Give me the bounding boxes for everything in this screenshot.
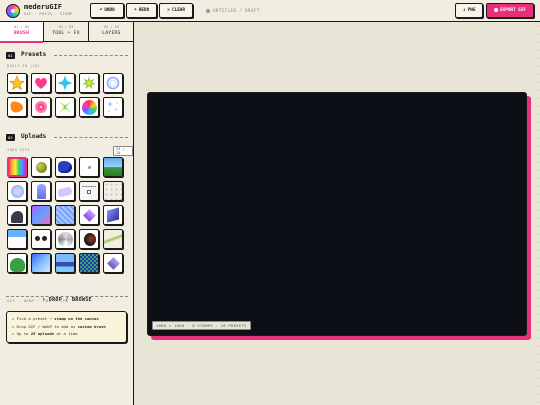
tab-number: 02 / 03 bbox=[58, 25, 74, 29]
clear-label: CLEAR bbox=[172, 8, 185, 13]
upload-figure[interactable] bbox=[31, 181, 51, 201]
color-wheel-icon bbox=[81, 99, 97, 115]
upload-purple[interactable] bbox=[31, 205, 51, 225]
section-title: Uploads bbox=[21, 133, 47, 140]
drop-browse-zone[interactable]: ↑ DROP / BROWSE bbox=[6, 286, 128, 303]
upload-eyes[interactable] bbox=[31, 229, 51, 249]
undo-button[interactable]: ↶ UNDO bbox=[90, 3, 124, 18]
png-label: PNG bbox=[467, 8, 476, 13]
formats-label: GIF · WEBP · PNG · JPG bbox=[7, 298, 69, 303]
upload-face[interactable] bbox=[79, 229, 99, 249]
preset-burst[interactable] bbox=[79, 73, 99, 93]
preset-glitter[interactable] bbox=[103, 97, 123, 117]
preset-sparkle[interactable] bbox=[55, 73, 75, 93]
redo-label: REDO bbox=[138, 8, 150, 13]
upload-blue-tile[interactable] bbox=[7, 229, 27, 249]
section-number: 01 bbox=[6, 52, 15, 59]
burst-icon bbox=[82, 76, 96, 89]
divider bbox=[6, 296, 128, 297]
upload-white-dot[interactable] bbox=[79, 157, 99, 177]
png-button[interactable]: ↓ PNG bbox=[455, 3, 483, 18]
redo-icon: ↷ bbox=[133, 7, 137, 13]
tab-number: 03 / 03 bbox=[104, 25, 119, 29]
tip-item: ▸ Drop GIF / WebP to add as custom brush bbox=[12, 323, 106, 329]
preset-blob[interactable] bbox=[7, 97, 27, 117]
preset-color-wheel[interactable] bbox=[79, 97, 99, 117]
top-bar: mederuGIF GIF · POSTS · STAMP ↶ UNDO ↷ RED… bbox=[0, 0, 540, 22]
upload-green-ball[interactable] bbox=[31, 157, 51, 177]
upload-dots[interactable] bbox=[7, 181, 27, 201]
sidebar: 01 / 03 BRUSH 02 / 03 TOOL + FX 03 / 03 … bbox=[0, 22, 134, 405]
upload-wave[interactable] bbox=[55, 253, 75, 273]
app-tagline: GIF · POSTS · STAMP bbox=[24, 12, 73, 16]
tab-label: BRUSH bbox=[13, 31, 30, 36]
presets-header: 01 Presets bbox=[6, 51, 128, 60]
doc-title: UNTITLED / DRAFT bbox=[213, 8, 260, 13]
upload-stripes[interactable] bbox=[103, 229, 123, 249]
download-icon: ↓ bbox=[462, 7, 466, 13]
close-icon: ✕ bbox=[167, 7, 171, 13]
tab-number: 01 / 03 bbox=[14, 25, 29, 29]
divider bbox=[54, 137, 128, 138]
preset-ring[interactable] bbox=[103, 73, 123, 93]
app-title: mederuGIF bbox=[24, 3, 62, 11]
tab-bar: 01 / 03 BRUSH 02 / 03 TOOL + FX 03 / 03 … bbox=[0, 22, 134, 43]
presets-sublabel: BUILT-IN (20) bbox=[7, 64, 41, 68]
upload-diamond[interactable] bbox=[79, 205, 99, 225]
ring-icon bbox=[106, 76, 120, 90]
undo-label: UNDO bbox=[104, 8, 115, 13]
blob-icon bbox=[10, 101, 24, 113]
clear-button[interactable]: ✕ CLEAR bbox=[159, 3, 193, 18]
drawing-canvas[interactable] bbox=[147, 92, 527, 336]
flower-icon bbox=[35, 101, 47, 113]
upload-sky[interactable] bbox=[31, 253, 51, 273]
tab-label: TOOL + FX bbox=[52, 31, 80, 36]
tips-box: ▸ Pick a preset → stamp on the canvas ▸ … bbox=[6, 311, 127, 343]
upload-stars[interactable] bbox=[103, 181, 123, 201]
star-icon bbox=[9, 75, 25, 91]
upload-disc[interactable] bbox=[55, 229, 75, 249]
upload-blue-blob[interactable] bbox=[55, 157, 75, 177]
tab-layers[interactable]: 03 / 03 LAYERS bbox=[89, 22, 134, 42]
divider bbox=[54, 55, 128, 56]
preset-heart[interactable] bbox=[31, 73, 51, 93]
upload-window[interactable] bbox=[79, 181, 99, 201]
upload-landscape[interactable] bbox=[103, 157, 123, 177]
tab-tool-fx[interactable]: 02 / 03 TOOL + FX bbox=[44, 22, 89, 42]
sparkle-icon bbox=[57, 75, 73, 91]
preset-cross-sparkle[interactable] bbox=[55, 97, 75, 117]
upload-pattern[interactable] bbox=[55, 205, 75, 225]
upload-blue-pattern[interactable] bbox=[79, 253, 99, 273]
upload-rainbow[interactable] bbox=[7, 157, 27, 177]
preset-flower[interactable] bbox=[31, 97, 51, 117]
tip-item: ▸ Up to 25 uploads at a time bbox=[12, 331, 78, 336]
tab-label: LAYERS bbox=[102, 31, 121, 36]
uploads-header: 02 Uploads bbox=[6, 133, 128, 142]
logo-icon bbox=[6, 4, 20, 18]
heart-icon bbox=[35, 77, 47, 89]
tip-item: ▸ Pick a preset → stamp on the canvas bbox=[12, 316, 99, 321]
preset-star[interactable] bbox=[7, 73, 27, 93]
section-number: 02 bbox=[6, 134, 15, 141]
record-icon bbox=[494, 7, 499, 12]
export-label: EXPORT GIF bbox=[500, 8, 526, 13]
export-gif-button[interactable]: EXPORT GIF bbox=[486, 3, 534, 18]
uploads-counter: 25 / 25 bbox=[113, 146, 133, 156]
cross-sparkle-icon bbox=[59, 101, 71, 113]
upload-cube[interactable] bbox=[103, 205, 123, 225]
redo-button[interactable]: ↷ REDO bbox=[126, 3, 157, 18]
upload-bird[interactable] bbox=[7, 205, 27, 225]
tab-brush[interactable]: 01 / 03 BRUSH bbox=[0, 22, 44, 43]
section-title: Presets bbox=[21, 51, 47, 58]
status-dot bbox=[206, 9, 210, 13]
upload-frog[interactable] bbox=[7, 253, 27, 273]
glitter-icon bbox=[107, 101, 119, 112]
uploads-sublabel: YOUR GIFS bbox=[7, 148, 31, 152]
undo-icon: ↶ bbox=[99, 7, 103, 13]
upload-gem[interactable] bbox=[103, 253, 123, 273]
canvas-status: 1000 × 1000 · 0 STAMPS · 20 PRESETS bbox=[152, 321, 251, 330]
upload-sticker[interactable] bbox=[55, 181, 75, 201]
